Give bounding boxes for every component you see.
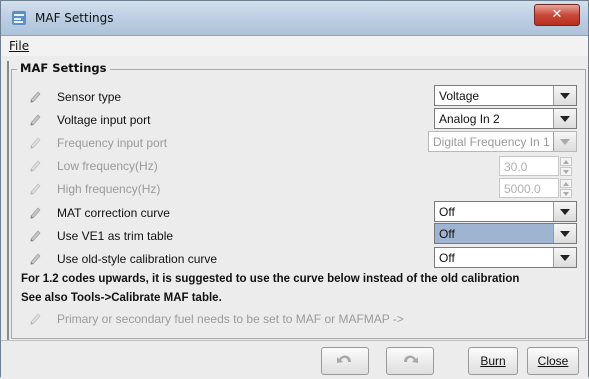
help-pencil-icon[interactable] bbox=[29, 112, 43, 126]
voltage-input-port-select[interactable]: Analog In 2 bbox=[434, 108, 577, 129]
note-line-2: See also Tools->Calibrate MAF table. bbox=[21, 292, 222, 304]
close-button[interactable]: Close bbox=[527, 347, 579, 375]
app-icon bbox=[12, 11, 26, 25]
use-ve1-trim-select[interactable]: Off bbox=[434, 223, 577, 244]
help-pencil-icon bbox=[30, 160, 41, 172]
row-fuel-hint: Primary or secondary fuel needs to be se… bbox=[23, 308, 583, 330]
note-line-1: For 1.2 codes upwards, it is suggested t… bbox=[21, 273, 520, 285]
old-style-calibration-value: Off bbox=[439, 251, 455, 265]
low-frequency-spinner: 30.0 bbox=[499, 156, 572, 176]
sensor-type-select[interactable]: Voltage bbox=[434, 85, 577, 106]
close-button-label: Close bbox=[537, 354, 569, 368]
frequency-input-port-label: Frequency input port bbox=[57, 136, 168, 150]
help-pencil-icon[interactable] bbox=[29, 205, 43, 219]
redo-button[interactable] bbox=[386, 347, 434, 375]
high-frequency-label: High frequency(Hz) bbox=[57, 182, 161, 196]
old-style-calibration-label: Use old-style calibration curve bbox=[57, 252, 218, 266]
chevron-down-icon bbox=[553, 132, 576, 151]
use-ve1-trim-value: Off bbox=[439, 227, 455, 241]
help-pencil-icon bbox=[30, 137, 41, 149]
title-bar[interactable]: MAF Settings ✕ bbox=[1, 1, 588, 36]
maf-settings-window: MAF Settings ✕ File MAF Settings Sensor … bbox=[0, 0, 589, 379]
button-bar: Burn Close bbox=[1, 340, 588, 379]
help-pencil-icon bbox=[30, 183, 41, 195]
mat-correction-curve-select[interactable]: Off bbox=[434, 201, 577, 222]
redo-icon bbox=[404, 355, 418, 363]
menu-file[interactable]: File bbox=[9, 39, 29, 53]
spinner-down-icon bbox=[560, 189, 572, 198]
spinner-up-icon bbox=[560, 179, 572, 188]
old-style-calibration-select[interactable]: Off bbox=[434, 247, 577, 268]
high-frequency-value: 5000.0 bbox=[504, 182, 541, 196]
left-divider bbox=[7, 61, 9, 378]
chevron-down-icon[interactable] bbox=[553, 224, 576, 243]
low-frequency-value: 30.0 bbox=[504, 160, 528, 174]
chevron-down-icon[interactable] bbox=[553, 86, 576, 105]
chevron-down-icon[interactable] bbox=[553, 202, 576, 221]
sensor-type-value: Voltage bbox=[439, 89, 480, 103]
mat-correction-curve-label: MAT correction curve bbox=[57, 206, 170, 220]
frequency-input-port-value: Digital Frequency In 1 bbox=[433, 135, 550, 149]
menu-bar: File bbox=[1, 36, 588, 56]
low-frequency-label: Low frequency(Hz) bbox=[57, 159, 158, 173]
help-pencil-icon bbox=[30, 313, 41, 325]
undo-button[interactable] bbox=[321, 347, 369, 375]
sensor-type-label: Sensor type bbox=[57, 90, 122, 104]
burn-button[interactable]: Burn bbox=[468, 347, 518, 375]
voltage-input-port-value: Analog In 2 bbox=[439, 112, 500, 126]
chevron-down-icon[interactable] bbox=[553, 109, 576, 128]
use-ve1-trim-label: Use VE1 as trim table bbox=[57, 229, 174, 243]
mat-correction-curve-value: Off bbox=[439, 205, 455, 219]
spinner-up-icon bbox=[560, 157, 572, 166]
high-frequency-spinner: 5000.0 bbox=[499, 178, 572, 198]
spinner-down-icon bbox=[560, 167, 572, 176]
window-title: MAF Settings bbox=[35, 11, 114, 25]
help-pencil-icon[interactable] bbox=[29, 228, 43, 242]
help-pencil-icon[interactable] bbox=[29, 251, 43, 265]
close-icon[interactable]: ✕ bbox=[534, 4, 580, 26]
chevron-down-icon[interactable] bbox=[553, 248, 576, 267]
voltage-input-port-label: Voltage input port bbox=[57, 113, 151, 127]
frequency-input-port-select: Digital Frequency In 1 bbox=[428, 131, 577, 152]
fuel-hint-label: Primary or secondary fuel needs to be se… bbox=[57, 312, 404, 326]
undo-icon bbox=[337, 355, 351, 363]
burn-button-label: Burn bbox=[480, 354, 506, 368]
help-pencil-icon[interactable] bbox=[29, 89, 43, 103]
group-title: MAF Settings bbox=[17, 61, 110, 75]
